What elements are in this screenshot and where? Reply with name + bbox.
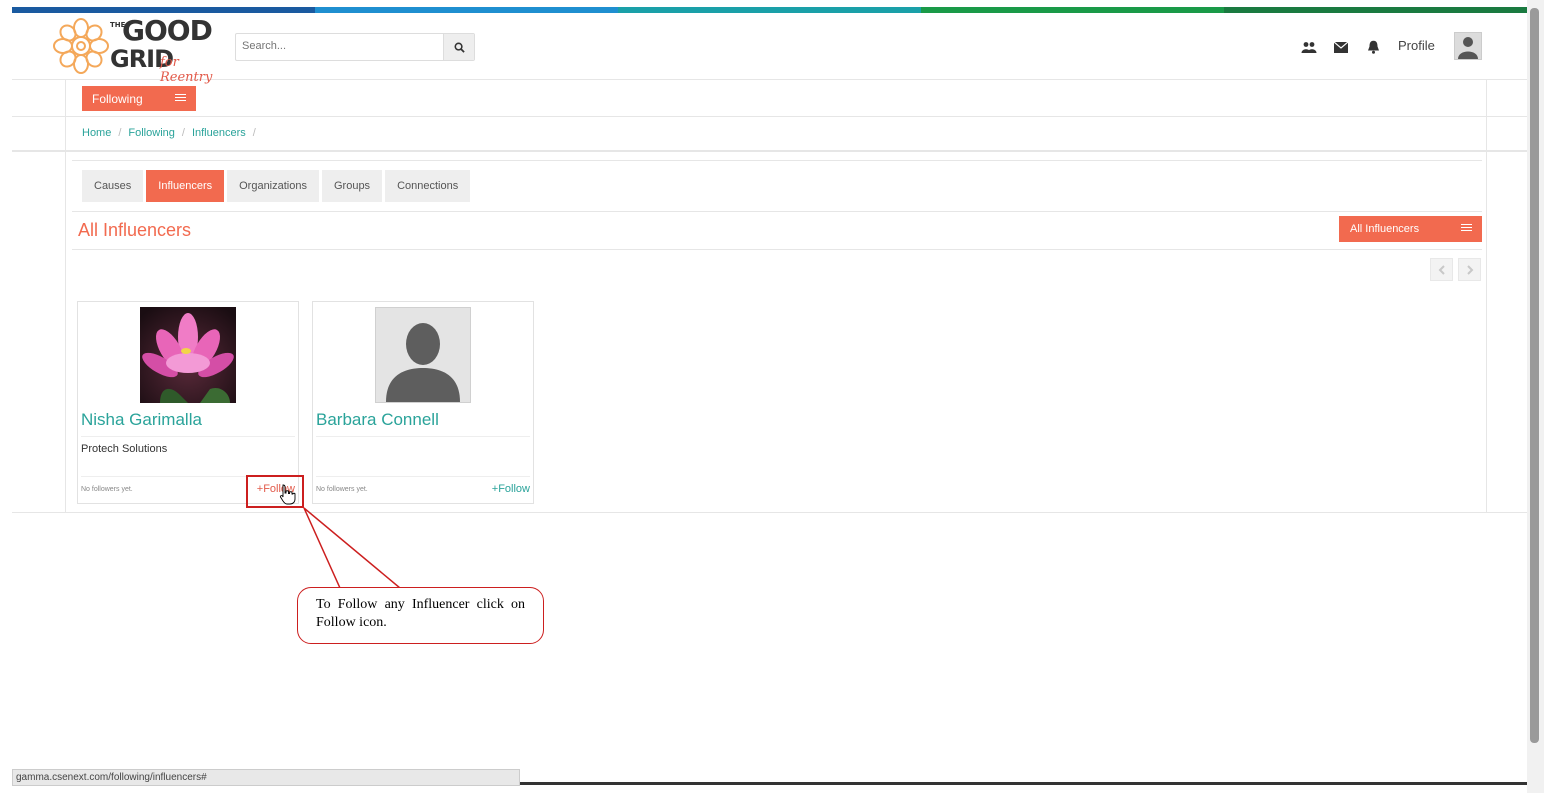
- callout-pointer: [279, 484, 403, 589]
- instruction-callout: To Follow any Influencer click on Follow…: [297, 587, 544, 644]
- status-bar-url: gamma.csenext.com/following/influencers#: [12, 769, 520, 786]
- scrollbar-thumb[interactable]: [1530, 8, 1539, 743]
- vertical-scrollbar[interactable]: [1527, 0, 1544, 793]
- hand-cursor-icon: [279, 484, 296, 505]
- bottom-border: [520, 782, 1527, 785]
